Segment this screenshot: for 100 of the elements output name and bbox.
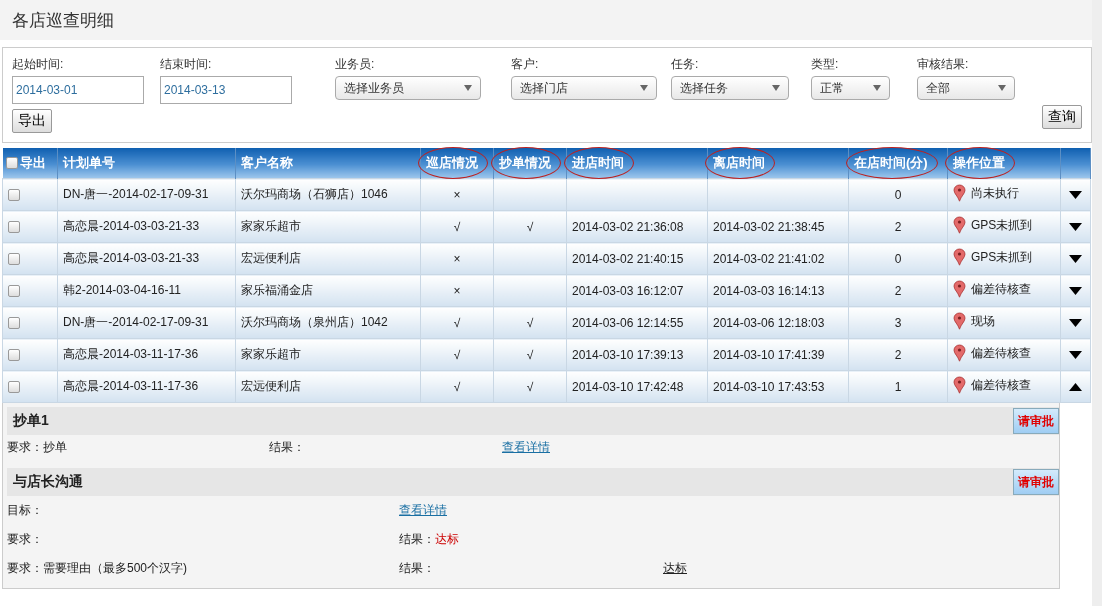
leave-time: 2014-03-06 12:18:03: [713, 315, 825, 330]
order-status: √: [526, 379, 534, 394]
location-status: 尚未执行: [971, 184, 1019, 202]
map-pin-icon: [953, 248, 966, 266]
view-details-link[interactable]: 查看详情: [399, 503, 447, 517]
expand-arrow-icon[interactable]: [1069, 350, 1082, 359]
patrol-status: √: [453, 315, 461, 330]
date-field[interactable]: 2014-03-01: [12, 76, 144, 104]
result-text: 结果：达标: [399, 531, 460, 548]
approve-button[interactable]: 请审批: [1013, 469, 1059, 495]
expand-arrow-icon[interactable]: [1069, 286, 1082, 295]
column-header: 计划单号: [62, 154, 116, 172]
location-status: GPS未抓到: [971, 248, 1033, 266]
column-header: 操作位置: [945, 147, 1015, 179]
enter-time: 2014-03-06 12:14:55: [572, 315, 684, 330]
view-details-link[interactable]: 查看详情: [502, 440, 550, 454]
collapse-arrow-icon[interactable]: [1069, 382, 1082, 391]
leave-time: 2014-03-10 17:41:39: [713, 347, 825, 362]
column-header: 在店时间(分): [846, 147, 938, 179]
detail-text: 结果：: [399, 560, 436, 577]
patrol-status: ×: [453, 251, 461, 266]
enter-time: 2014-03-10 17:39:13: [572, 347, 684, 362]
row-checkbox[interactable]: [8, 349, 20, 362]
select-all-checkbox[interactable]: [5, 157, 18, 169]
detail-text: 结果：: [269, 439, 306, 456]
section-title: 抄单1: [13, 412, 49, 430]
order-status: √: [526, 315, 534, 330]
expand-arrow-icon[interactable]: [1069, 254, 1082, 263]
page-title: 各店巡查明细: [12, 9, 114, 32]
dropdown[interactable]: 选择任务: [671, 76, 789, 100]
enter-time: 2014-03-03 16:12:07: [572, 283, 684, 298]
customer-name: 家家乐超市: [241, 347, 301, 361]
order-status: √: [526, 347, 534, 362]
expand-arrow-icon[interactable]: [1069, 222, 1082, 231]
order-status: √: [526, 219, 534, 234]
plan-number: DN-唐一-2014-02-17-09-31: [63, 187, 209, 201]
field-label: 审核结果:: [917, 56, 970, 73]
minutes-in-store: 2: [894, 283, 902, 298]
map-pin-icon: [953, 280, 966, 298]
minutes-in-store: 0: [894, 251, 902, 266]
column-header: 客户名称: [240, 154, 294, 172]
leave-time: 2014-03-02 21:38:45: [713, 219, 825, 234]
column-header: 巡店情况: [418, 147, 488, 179]
export-button[interactable]: 导出: [12, 109, 52, 133]
minutes-in-store: 2: [894, 219, 902, 234]
enter-time: 2014-03-10 17:42:48: [572, 379, 684, 394]
plan-number: DN-唐一-2014-02-17-09-31: [63, 315, 209, 329]
dropdown[interactable]: 正常: [811, 76, 890, 100]
customer-name: 宏远便利店: [241, 379, 301, 393]
patrol-status: ×: [453, 283, 461, 298]
query-button[interactable]: 查询: [1042, 105, 1082, 129]
caret-icon: [464, 85, 472, 91]
column-header: 导出: [19, 154, 46, 172]
leave-time: 2014-03-03 16:14:13: [713, 283, 825, 298]
patrol-status: ×: [453, 187, 461, 202]
leave-time: 2014-03-02 21:41:02: [713, 251, 825, 266]
column-header: 抄单情况: [491, 147, 561, 179]
detail-text: 目标：: [7, 502, 44, 519]
map-pin-icon: [953, 376, 966, 394]
minutes-in-store: 0: [894, 187, 902, 202]
plan-number: 韩2-2014-03-04-16-11: [63, 283, 181, 297]
enter-time: 2014-03-02 21:40:15: [572, 251, 684, 266]
dropdown[interactable]: 选择业务员: [335, 76, 481, 100]
customer-name: 家家乐超市: [241, 219, 301, 233]
result-link[interactable]: 达标: [663, 561, 687, 575]
field-label: 任务:: [671, 56, 700, 73]
field-label: 业务员:: [335, 56, 376, 73]
customer-name: 家乐福涌金店: [241, 283, 313, 297]
row-checkbox[interactable]: [8, 221, 20, 234]
approve-button[interactable]: 请审批: [1013, 408, 1059, 434]
minutes-in-store: 3: [894, 315, 902, 330]
expand-arrow-icon[interactable]: [1069, 318, 1082, 327]
detail-text: 要求：抄单: [7, 439, 68, 456]
plan-number: 高恋晨-2014-03-03-21-33: [63, 219, 200, 233]
row-checkbox[interactable]: [8, 381, 20, 394]
customer-name: 沃尔玛商场（泉州店）1042: [241, 315, 388, 329]
field-label: 起始时间:: [12, 56, 65, 73]
caret-icon: [873, 85, 881, 91]
row-checkbox[interactable]: [8, 189, 20, 202]
field-label: 类型:: [811, 56, 840, 73]
column-header: 进店时间: [564, 147, 634, 179]
plan-number: 高恋晨-2014-03-11-17-36: [63, 347, 199, 361]
row-checkbox[interactable]: [8, 285, 20, 298]
leave-time: 2014-03-10 17:43:53: [713, 379, 825, 394]
row-checkbox[interactable]: [8, 317, 20, 330]
enter-time: 2014-03-02 21:36:08: [572, 219, 684, 234]
detail-text: 要求：: [7, 531, 44, 548]
field-label: 客户:: [511, 56, 540, 73]
location-status: 偏差待核查: [971, 280, 1031, 298]
location-status: 偏差待核查: [971, 344, 1031, 362]
patrol-status: √: [453, 379, 461, 394]
location-status: 偏差待核查: [971, 376, 1031, 394]
dropdown[interactable]: 全部: [917, 76, 1015, 100]
row-checkbox[interactable]: [8, 253, 20, 266]
caret-icon: [640, 85, 648, 91]
date-field[interactable]: 2014-03-13: [160, 76, 292, 104]
patrol-status: √: [453, 347, 461, 362]
expand-arrow-icon[interactable]: [1069, 190, 1082, 199]
map-pin-icon: [953, 312, 966, 330]
dropdown[interactable]: 选择门店: [511, 76, 657, 100]
